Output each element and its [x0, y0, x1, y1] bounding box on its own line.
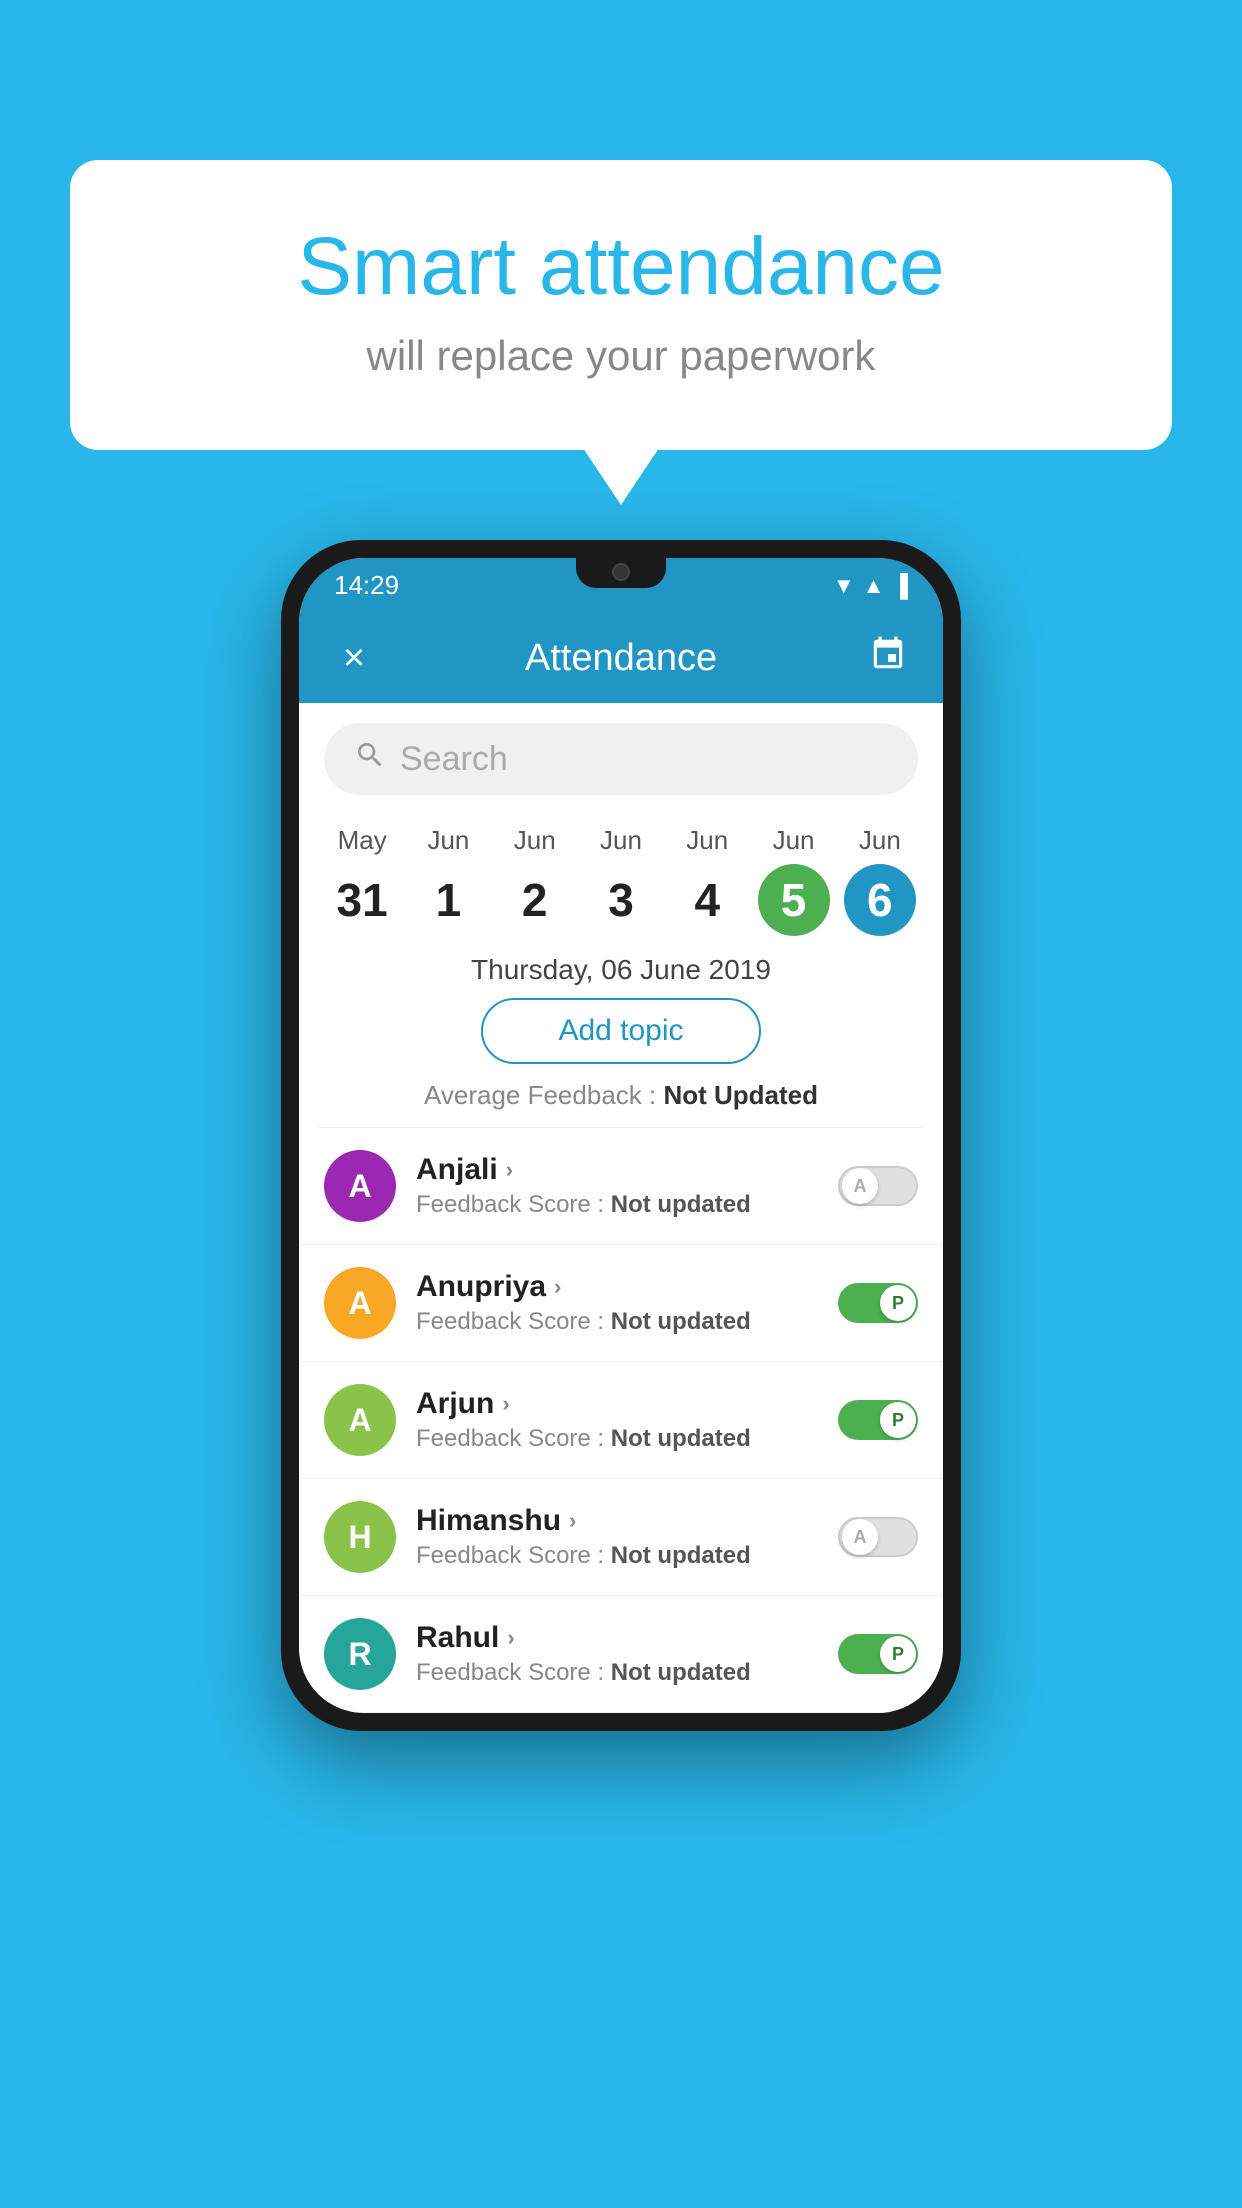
feedback-value: Not updated [611, 1659, 751, 1686]
toggle-knob: P [880, 1402, 916, 1438]
student-name: Anupriya › [416, 1270, 818, 1304]
calendar-month-label: Jun [600, 825, 642, 856]
calendar-strip: May 31 Jun 1 Jun 2 Jun 3 Jun 4 Jun 5 Jun 6 [299, 815, 943, 936]
feedback-value: Not updated [611, 1425, 751, 1452]
calendar-date-number: 5 [758, 864, 830, 936]
calendar-month-label: May [338, 825, 387, 856]
average-feedback: Average Feedback : Not Updated [299, 1080, 943, 1127]
calendar-icon[interactable] [863, 635, 913, 682]
feedback-value: Not updated [611, 1191, 751, 1218]
toggle-switch[interactable]: P [838, 1283, 918, 1323]
attendance-toggle[interactable]: A [838, 1517, 918, 1557]
calendar-month-label: Jun [859, 825, 901, 856]
calendar-date-number: 6 [844, 864, 916, 936]
student-info: Anjali › Feedback Score : Not updated [416, 1153, 818, 1219]
search-bar[interactable]: Search [324, 723, 918, 795]
calendar-day[interactable]: May 31 [326, 825, 398, 936]
hero-section: Smart attendance will replace your paper… [70, 160, 1172, 450]
calendar-date-number: 31 [326, 864, 398, 936]
phone-screen: 14:29 ▼ ▲ ▐ × Attendance [299, 558, 943, 1713]
phone-mockup: 14:29 ▼ ▲ ▐ × Attendance [281, 540, 961, 1731]
chevron-right-icon: › [507, 1625, 514, 1651]
phone-body: 14:29 ▼ ▲ ▐ × Attendance [281, 540, 961, 1731]
calendar-month-label: Jun [773, 825, 815, 856]
toggle-switch[interactable]: P [838, 1400, 918, 1440]
calendar-month-label: Jun [514, 825, 556, 856]
calendar-month-label: Jun [686, 825, 728, 856]
toggle-switch[interactable]: A [838, 1166, 918, 1206]
student-feedback-score: Feedback Score : Not updated [416, 1659, 818, 1687]
calendar-day[interactable]: Jun 5 [758, 825, 830, 936]
calendar-day[interactable]: Jun 4 [671, 825, 743, 936]
chevron-right-icon: › [506, 1157, 513, 1183]
student-name: Rahul › [416, 1621, 818, 1655]
avg-feedback-label: Average Feedback : [424, 1080, 663, 1110]
phone-notch [576, 558, 666, 588]
student-avatar: A [324, 1384, 396, 1456]
calendar-day[interactable]: Jun 6 [844, 825, 916, 936]
student-item[interactable]: H Himanshu › Feedback Score : Not updated A [299, 1479, 943, 1596]
camera [612, 563, 630, 581]
calendar-date-number: 4 [671, 864, 743, 936]
student-info: Himanshu › Feedback Score : Not updated [416, 1504, 818, 1570]
attendance-toggle[interactable]: A [838, 1166, 918, 1206]
avg-feedback-value: Not Updated [663, 1080, 818, 1110]
calendar-date-number: 1 [412, 864, 484, 936]
app-bar-title: Attendance [399, 637, 843, 680]
student-name: Arjun › [416, 1387, 818, 1421]
student-item[interactable]: A Arjun › Feedback Score : Not updated P [299, 1362, 943, 1479]
student-info: Anupriya › Feedback Score : Not updated [416, 1270, 818, 1336]
toggle-knob: A [842, 1519, 878, 1555]
student-item[interactable]: A Anupriya › Feedback Score : Not updated P [299, 1245, 943, 1362]
calendar-date-number: 2 [499, 864, 571, 936]
attendance-toggle[interactable]: P [838, 1400, 918, 1440]
student-feedback-score: Feedback Score : Not updated [416, 1308, 818, 1336]
calendar-day[interactable]: Jun 2 [499, 825, 571, 936]
search-placeholder: Search [400, 740, 508, 779]
attendance-toggle[interactable]: P [838, 1283, 918, 1323]
student-feedback-score: Feedback Score : Not updated [416, 1425, 818, 1453]
student-avatar: A [324, 1150, 396, 1222]
signal-icon: ▲ [863, 573, 885, 599]
speech-bubble: Smart attendance will replace your paper… [70, 160, 1172, 450]
close-button[interactable]: × [329, 637, 379, 680]
wifi-icon: ▼ [833, 573, 855, 599]
chevron-right-icon: › [502, 1391, 509, 1417]
add-topic-button[interactable]: Add topic [481, 998, 761, 1064]
toggle-switch[interactable]: P [838, 1634, 918, 1674]
calendar-date-number: 3 [585, 864, 657, 936]
student-name: Anjali › [416, 1153, 818, 1187]
student-feedback-score: Feedback Score : Not updated [416, 1542, 818, 1570]
selected-date-label: Thursday, 06 June 2019 [299, 936, 943, 998]
toggle-knob: P [880, 1636, 916, 1672]
feedback-value: Not updated [611, 1308, 751, 1335]
feedback-value: Not updated [611, 1542, 751, 1569]
toggle-knob: P [880, 1285, 916, 1321]
status-icons: ▼ ▲ ▐ [833, 573, 908, 599]
calendar-day[interactable]: Jun 1 [412, 825, 484, 936]
app-bar: × Attendance [299, 613, 943, 703]
chevron-right-icon: › [569, 1508, 576, 1534]
student-info: Rahul › Feedback Score : Not updated [416, 1621, 818, 1687]
search-icon [354, 739, 386, 779]
student-info: Arjun › Feedback Score : Not updated [416, 1387, 818, 1453]
battery-icon: ▐ [892, 573, 908, 599]
hero-title: Smart attendance [150, 220, 1092, 314]
toggle-knob: A [842, 1168, 878, 1204]
student-avatar: R [324, 1618, 396, 1690]
student-feedback-score: Feedback Score : Not updated [416, 1191, 818, 1219]
student-avatar: A [324, 1267, 396, 1339]
student-list: AAnjali ›Feedback Score : Not updatedAAA… [299, 1128, 943, 1713]
student-item[interactable]: A Anjali › Feedback Score : Not updated A [299, 1128, 943, 1245]
status-time: 14:29 [334, 570, 399, 601]
student-name: Himanshu › [416, 1504, 818, 1538]
student-avatar: H [324, 1501, 396, 1573]
toggle-switch[interactable]: A [838, 1517, 918, 1557]
chevron-right-icon: › [554, 1274, 561, 1300]
hero-subtitle: will replace your paperwork [150, 332, 1092, 380]
attendance-toggle[interactable]: P [838, 1634, 918, 1674]
student-item[interactable]: R Rahul › Feedback Score : Not updated P [299, 1596, 943, 1713]
calendar-day[interactable]: Jun 3 [585, 825, 657, 936]
calendar-month-label: Jun [427, 825, 469, 856]
